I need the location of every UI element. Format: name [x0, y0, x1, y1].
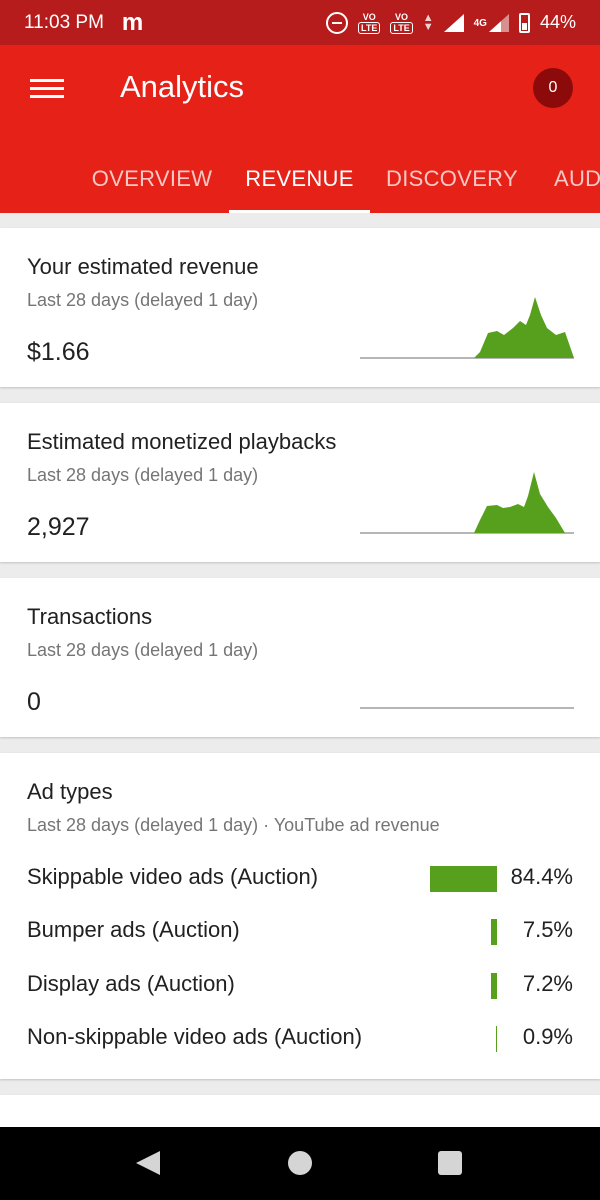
ad-type-row: Skippable video ads (Auction) 84.4% — [0, 858, 600, 898]
home-icon[interactable] — [288, 1151, 312, 1175]
signal-1-icon — [443, 13, 464, 32]
monetized-playbacks-card[interactable]: Estimated monetized playbacks Last 28 da… — [0, 403, 600, 562]
card-subtitle: Last 28 days (delayed 1 day) — [27, 465, 259, 485]
tab-overview[interactable]: OVERVIEW — [76, 145, 228, 213]
card-subtitle: Last 28 days (delayed 1 day) · YouTube a… — [27, 815, 440, 835]
card-title: Ad types — [27, 779, 113, 804]
app-bar: Analytics 0 OVERVIEW REVENUE DISCOVERY A… — [0, 45, 600, 213]
network-type: 4G — [473, 17, 487, 29]
estimated-revenue-card[interactable]: Your estimated revenue Last 28 days (del… — [0, 228, 600, 387]
card-subtitle: Last 28 days (delayed 1 day) — [27, 640, 259, 660]
transactions-sparkline — [360, 707, 574, 709]
ad-type-row: Bumper ads (Auction) 7.5% — [0, 911, 600, 951]
playbacks-sparkline — [360, 472, 574, 534]
ad-type-row: Display ads (Auction) 7.2% — [0, 965, 600, 1005]
ad-type-bar — [496, 1026, 497, 1052]
ad-types-card[interactable]: Ad types Last 28 days (delayed 1 day) · … — [0, 753, 600, 1079]
revenue-sparkline — [360, 297, 574, 359]
ad-type-bar — [430, 866, 497, 892]
card-value: $1.66 — [27, 338, 90, 366]
card-value: 2,927 — [27, 513, 90, 541]
card-subtitle: Last 28 days (delayed 1 day) — [27, 290, 259, 310]
tab-audience[interactable]: AUDIENCE — [534, 145, 600, 213]
app-notification-icon: m — [121, 8, 144, 36]
transactions-card[interactable]: Transactions Last 28 days (delayed 1 day… — [0, 578, 600, 737]
card-title: Transactions — [27, 604, 153, 629]
signal-2-icon — [488, 13, 509, 32]
tab-bar: OVERVIEW REVENUE DISCOVERY AUDIENCE — [0, 145, 600, 213]
back-icon[interactable] — [136, 1151, 160, 1175]
system-nav-bar — [0, 1127, 600, 1200]
ad-type-percent: 0.9% — [522, 1024, 573, 1049]
data-activity-icon: ▲ ▼ — [422, 11, 434, 33]
ad-type-row: Non-skippable video ads (Auction) 0.9% — [0, 1018, 600, 1058]
battery-percent: 44% — [539, 12, 576, 32]
ad-type-bar — [491, 973, 497, 999]
ad-type-label: Non-skippable video ads (Auction) — [27, 1024, 363, 1049]
page-title: Analytics — [120, 69, 245, 104]
menu-icon[interactable] — [30, 77, 64, 101]
status-indicators: VO LTE VO LTE ▲ ▼ 4G 44% — [326, 11, 576, 34]
tab-discovery[interactable]: DISCOVERY — [370, 145, 534, 213]
status-time: 11:03 PM — [24, 11, 104, 33]
ad-type-label: Skippable video ads (Auction) — [27, 864, 319, 889]
tab-revenue[interactable]: REVENUE — [229, 145, 370, 213]
status-bar: 11:03 PM m VO LTE VO LTE ▲ ▼ 4G 44% — [0, 0, 600, 45]
ad-type-label: Display ads (Auction) — [27, 971, 235, 996]
card-title: Estimated monetized playbacks — [27, 429, 337, 454]
volte-2-icon: VO LTE — [390, 12, 413, 34]
do-not-disturb-icon — [326, 11, 349, 34]
ad-type-percent: 7.5% — [522, 917, 573, 942]
ad-type-percent: 84.4% — [510, 864, 573, 889]
notification-badge[interactable]: 0 — [533, 68, 573, 108]
volte-1-icon: VO LTE — [358, 12, 381, 34]
recent-apps-icon[interactable] — [438, 1151, 462, 1175]
ad-type-percent: 7.2% — [522, 971, 573, 996]
ad-type-bar — [491, 919, 497, 945]
battery-icon — [518, 12, 530, 33]
card-value: 0 — [27, 688, 41, 716]
card-title: Your estimated revenue — [27, 254, 259, 279]
ad-type-label: Bumper ads (Auction) — [27, 917, 240, 942]
